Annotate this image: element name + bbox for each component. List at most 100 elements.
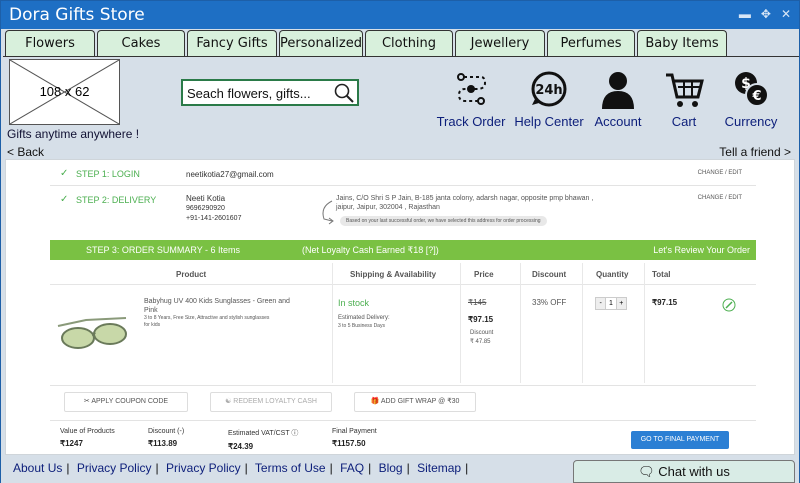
separator: |: [155, 461, 159, 475]
total-label: Discount (-): [148, 428, 185, 435]
login-edit-link[interactable]: CHANGE / EDIT: [698, 170, 742, 176]
discount-amount: ₹ 47.85: [470, 339, 491, 345]
review-label: Let's Review Your Order: [653, 245, 750, 255]
tab-perfumes[interactable]: Perfumes: [547, 30, 635, 56]
checkout-panel: ✓ STEP 1: LOGIN neetikotia27@gmail.com C…: [5, 159, 795, 455]
account-label: Account: [594, 114, 642, 129]
header: 108 x 62 Gifts anytime anywhere ! Seach …: [3, 56, 799, 144]
chat-with-us-button[interactable]: 🗨 Chat with us: [573, 460, 795, 483]
column-divider: [520, 263, 521, 383]
sunglasses-image[interactable]: [56, 312, 132, 354]
qty-minus-button[interactable]: -: [596, 298, 606, 309]
logo-size-label: 108 x 62: [39, 84, 90, 99]
tab-jewellery[interactable]: Jewellery: [455, 30, 545, 56]
column-divider: [582, 263, 583, 383]
separator: |: [368, 461, 372, 475]
check-icon: ✓: [60, 194, 69, 205]
total-vat: Estimated VAT/CST ⓘ ₹24.39: [228, 428, 298, 451]
category-tabs: Flowers Cakes Fancy Gifts Personalized C…: [5, 30, 797, 56]
currency-button[interactable]: $ € Currency: [719, 69, 783, 129]
footer-link-privacy[interactable]: Privacy Policy: [77, 461, 152, 475]
footer-links: About Us | Privacy Policy | Privacy Policy…: [13, 461, 472, 475]
total-label: Estimated VAT/CST ⓘ: [228, 430, 299, 437]
total-label: Value of Products: [60, 428, 115, 435]
footer-link-faq[interactable]: FAQ: [340, 461, 364, 475]
column-divider: [332, 263, 333, 383]
col-shipping: Shipping & Availability: [350, 270, 437, 279]
track-order-button[interactable]: Track Order: [433, 69, 509, 129]
footer-link-terms[interactable]: Terms of Use: [255, 461, 326, 475]
column-divider: [460, 263, 461, 383]
delivery-phone-2: +91-141-2601607: [186, 215, 242, 222]
check-icon: ✓: [60, 168, 69, 179]
separator: |: [406, 461, 410, 475]
search-input[interactable]: Seach flowers, gifts...: [187, 86, 311, 101]
app-window: Dora Gifts Store ▬ ✥ ✕ Flowers Cakes Fan…: [0, 0, 800, 483]
qty-plus-button[interactable]: +: [616, 298, 626, 309]
apply-coupon-button[interactable]: ✂ APPLY COUPON CODE: [64, 392, 188, 412]
window-title: Dora Gifts Store: [9, 5, 145, 25]
delivery-phone-1: 9696290920: [186, 205, 225, 212]
logo-placeholder[interactable]: 108 x 62: [9, 59, 120, 125]
item-desc-line-2: for kids: [144, 322, 161, 328]
help-center-button[interactable]: 24h Help Center: [511, 69, 587, 129]
footer-link-about[interactable]: About Us: [13, 461, 62, 475]
col-product: Product: [176, 270, 207, 279]
footer-link-blog[interactable]: Blog: [379, 461, 403, 475]
title-bar: Dora Gifts Store ▬ ✥ ✕: [1, 1, 799, 29]
window-controls: ▬ ✥ ✕: [739, 7, 791, 21]
tab-clothing[interactable]: Clothing: [365, 30, 453, 56]
chat-icon: 🗨: [638, 464, 659, 479]
login-email: neetikotia27@gmail.com: [186, 170, 274, 179]
total-value: ₹113.89: [148, 439, 178, 448]
delivery-person: Neeti Kotia: [186, 194, 226, 203]
item-name-line-2[interactable]: Pink: [144, 307, 158, 314]
tagline: Gifts anytime anywhere !: [7, 127, 140, 141]
back-link[interactable]: < Back: [7, 145, 44, 159]
footer-link-privacy-2[interactable]: Privacy Policy: [166, 461, 241, 475]
footer-link-sitemap[interactable]: Sitemap: [417, 461, 461, 475]
delivery-estimate-label: Estimated Delivery:: [338, 315, 390, 321]
item-desc-line-1: 3 to 8 Years, Free Size, Attractive and …: [144, 315, 270, 321]
move-icon[interactable]: ✥: [761, 7, 771, 21]
quantity-stepper[interactable]: - 1 +: [595, 297, 627, 310]
qty-value[interactable]: 1: [605, 298, 617, 309]
delivery-edit-link[interactable]: CHANGE / EDIT: [698, 195, 742, 201]
edit-icon[interactable]: [722, 298, 736, 312]
order-table-header: Product Shipping & Availability Price Di…: [50, 263, 756, 285]
gift-wrap-label: ADD GIFT WRAP @ ₹30: [380, 398, 460, 405]
checkout-inner: ✓ STEP 1: LOGIN neetikotia27@gmail.com C…: [50, 160, 756, 456]
apply-coupon-label: APPLY COUPON CODE: [91, 398, 169, 405]
tell-a-friend-link[interactable]: Tell a friend >: [719, 145, 791, 159]
step-delivery-name: STEP 2: DELIVERY: [76, 195, 157, 205]
total-value: ₹1247: [60, 439, 83, 448]
svg-text:€: €: [751, 89, 761, 104]
account-button[interactable]: Account: [587, 69, 649, 129]
separator: |: [244, 461, 248, 475]
search-icon[interactable]: [333, 82, 355, 109]
minimize-icon[interactable]: ▬: [739, 7, 751, 21]
go-to-final-payment-button[interactable]: GO TO FINAL PAYMENT: [631, 431, 729, 449]
tab-baby-items[interactable]: Baby Items: [637, 30, 727, 56]
total-value: ₹24.39: [228, 442, 254, 451]
col-quantity: Quantity: [596, 270, 629, 279]
redeem-loyalty-label: REDEEM LOYALTY CASH: [233, 398, 317, 405]
tab-personalized[interactable]: Personalized: [279, 30, 363, 56]
track-order-label: Track Order: [436, 114, 506, 129]
close-icon[interactable]: ✕: [781, 7, 791, 21]
tab-cakes[interactable]: Cakes: [97, 30, 185, 56]
chat-label: Chat with us: [658, 464, 730, 479]
item-name-line-1[interactable]: Babyhug UV 400 Kids Sunglasses - Green a…: [144, 298, 290, 305]
price-original: ₹145: [468, 298, 487, 307]
cart-label: Cart: [671, 114, 697, 129]
tab-flowers[interactable]: Flowers: [5, 30, 95, 56]
total-discount: Discount (-) ₹113.89: [148, 428, 184, 448]
redeem-loyalty-button[interactable]: ☯ REDEEM LOYALTY CASH: [210, 392, 332, 412]
search-box[interactable]: Seach flowers, gifts...: [181, 79, 359, 106]
add-gift-wrap-button[interactable]: 🎁 ADD GIFT WRAP @ ₹30: [354, 392, 476, 412]
loyalty-cash[interactable]: (Net Loyalty Cash Earned ₹18 [?]): [302, 245, 439, 256]
help-center-icon: 24h: [531, 71, 567, 107]
tab-fancy-gifts[interactable]: Fancy Gifts: [187, 30, 277, 56]
nav-row: < Back Tell a friend >: [1, 145, 799, 160]
cart-button[interactable]: Cart: [659, 69, 709, 129]
